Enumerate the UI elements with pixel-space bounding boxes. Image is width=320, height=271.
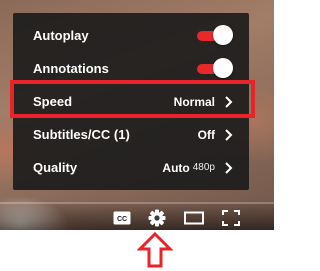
menu-item-label: Autoplay: [33, 28, 89, 43]
menu-item-label: Quality: [33, 160, 78, 175]
menu-item-label: Annotations: [33, 61, 109, 76]
subtitles-value: Off: [198, 128, 233, 142]
subtitle-track-count: (1): [113, 127, 130, 142]
menu-item-label: Subtitles/CC: [33, 127, 111, 142]
menu-item-quality[interactable]: Quality Auto 480p: [13, 151, 249, 184]
cc-label: CC: [117, 216, 127, 223]
annotations-toggle[interactable]: [197, 57, 233, 78]
subtitles-cc-icon-graphic: CC: [113, 211, 131, 225]
gear-icon-graphic: [148, 209, 166, 227]
toggle-knob: [213, 57, 233, 78]
toggle-knob: [213, 24, 233, 45]
menu-item-autoplay[interactable]: Autoplay: [13, 19, 249, 52]
theater-mode-icon[interactable]: [184, 211, 204, 225]
subtitles-cc-icon[interactable]: CC: [113, 211, 131, 225]
chevron-right-icon: [225, 128, 233, 141]
menu-item-label-wrap: Subtitles/CC (1): [33, 127, 130, 142]
chevron-right-icon: [225, 161, 233, 174]
fullscreen-icon-graphic: [222, 210, 240, 226]
quality-resolution: 480p: [192, 162, 215, 173]
quality-value-text: Auto: [162, 160, 190, 175]
pointer-arrow-icon: [137, 232, 173, 268]
autoplay-toggle[interactable]: [197, 24, 233, 45]
fullscreen-icon[interactable]: [222, 210, 240, 226]
speed-highlight-box: [10, 80, 255, 118]
progress-bar[interactable]: [0, 202, 274, 204]
subtitles-value-text: Off: [197, 127, 215, 142]
menu-item-subtitles[interactable]: Subtitles/CC (1) Off: [13, 118, 249, 151]
gear-icon[interactable]: [148, 209, 166, 227]
theater-mode-icon-graphic: [184, 211, 204, 225]
quality-value: Auto 480p: [162, 161, 233, 175]
